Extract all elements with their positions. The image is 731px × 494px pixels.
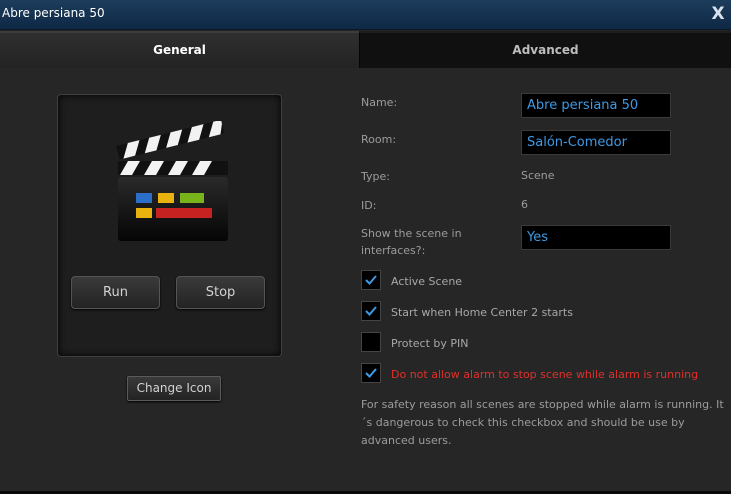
tab-bar: General Advanced: [0, 31, 731, 68]
general-left-panel: Run Stop Change Icon: [0, 68, 359, 492]
stop-button[interactable]: Stop: [176, 276, 265, 309]
details-panel: Name: Abre persiana 50 Room: Salón-Comed…: [359, 68, 731, 492]
show-in-interfaces-label: Show the scene in interfaces?:: [361, 227, 462, 257]
start-with-hc2-checkbox[interactable]: [361, 301, 381, 321]
tab-general[interactable]: General: [0, 31, 359, 68]
scene-icon-box: Run Stop: [57, 94, 282, 357]
title-bar: Abre persiana 50 X: [0, 0, 731, 30]
safety-note: For safety reason all scenes are stopped…: [361, 398, 724, 447]
name-field[interactable]: Abre persiana 50: [521, 93, 671, 118]
protect-by-pin-checkbox[interactable]: [361, 332, 381, 352]
checkmark-icon: [365, 368, 377, 378]
alarm-override-label: Do not allow alarm to stop scene while a…: [391, 368, 699, 381]
type-label: Type:: [361, 170, 390, 183]
active-scene-checkbox[interactable]: [361, 270, 381, 290]
room-label: Room:: [361, 133, 397, 146]
protect-by-pin-label: Protect by PIN: [391, 337, 469, 350]
checkmark-icon: [365, 306, 377, 316]
window-title: Abre persiana 50: [2, 6, 105, 20]
change-icon-button[interactable]: Change Icon: [127, 376, 221, 401]
start-with-hc2-label: Start when Home Center 2 starts: [391, 306, 573, 319]
show-in-interfaces-select[interactable]: Yes: [521, 225, 671, 250]
id-label: ID:: [361, 199, 377, 212]
tab-advanced[interactable]: Advanced: [359, 31, 731, 68]
checkmark-icon: [365, 275, 377, 285]
id-value: 6: [521, 198, 528, 211]
run-button[interactable]: Run: [71, 276, 160, 309]
type-value: Scene: [521, 169, 555, 182]
room-field[interactable]: Salón-Comedor: [521, 130, 671, 155]
active-scene-label: Active Scene: [391, 275, 463, 288]
close-icon[interactable]: X: [709, 4, 727, 26]
name-label: Name:: [361, 96, 398, 109]
clapperboard-icon: [114, 119, 230, 253]
alarm-override-checkbox[interactable]: [361, 363, 381, 383]
